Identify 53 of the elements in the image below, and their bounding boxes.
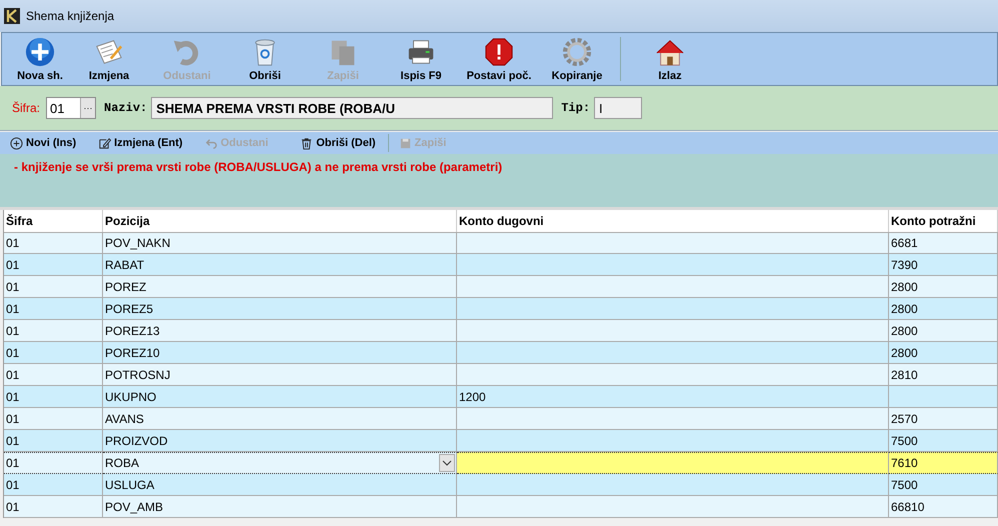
type-field[interactable]: I <box>594 97 642 119</box>
toolbar-button[interactable]: Postavi poč. <box>460 33 538 85</box>
table-row[interactable]: 01 POREZ5 2800 <box>4 298 998 320</box>
undo-icon <box>204 136 218 150</box>
field-label: Šifra: <box>12 101 40 115</box>
table-row[interactable]: 01 POV_AMB 66810 <box>4 496 998 518</box>
app-logo-icon <box>4 8 20 24</box>
toolbar-button[interactable]: Izmjena <box>70 33 148 85</box>
plus-circle-icon <box>10 136 23 150</box>
table-row[interactable]: 01 POTROSNJ 2810 <box>4 364 998 386</box>
table-row[interactable]: 01 RABAT 7390 <box>4 254 998 276</box>
name-field[interactable]: SHEMA PREMA VRSTI ROBE (ROBA/U <box>151 97 554 119</box>
toolbar-button[interactable]: Ispis F9 <box>382 33 460 85</box>
table-row[interactable]: 01 POREZ10 2800 <box>4 342 998 364</box>
table-row[interactable]: 01 UKUPNO 1200 <box>4 386 998 408</box>
trash-icon <box>300 136 314 150</box>
table-cell: 01 <box>4 452 103 474</box>
table-cell: ROBA <box>103 452 457 474</box>
stop-sign-icon <box>484 36 514 66</box>
table-row[interactable]: 01 AVANS 2570 <box>4 408 998 430</box>
toolbar-button[interactable]: Nova sh. <box>10 33 70 85</box>
column-header[interactable]: Konto dugovni <box>457 210 889 233</box>
gear-icon <box>562 36 592 66</box>
browse-button[interactable]: ··· <box>80 98 96 118</box>
column-header[interactable]: Pozicija <box>103 210 457 233</box>
table-cell: 01 <box>4 496 103 518</box>
edit-icon <box>98 136 112 150</box>
plus-icon <box>25 36 55 66</box>
toolbar-button[interactable]: Novi (Ins) <box>8 136 78 150</box>
column-header[interactable]: Konto potražni <box>889 210 998 233</box>
table-row[interactable]: 01 PROIZVOD 7500 <box>4 430 998 452</box>
table-row[interactable]: 01 ROBA 7610 <box>4 452 998 474</box>
table-cell: POV_AMB <box>103 496 457 518</box>
dropdown-button[interactable] <box>439 454 455 472</box>
table-row[interactable]: 01 POREZ 2800 <box>4 276 998 298</box>
field-label: Tip: <box>561 101 590 115</box>
code-field[interactable]: 01 ··· <box>46 97 96 119</box>
column-header[interactable]: Šifra <box>4 210 103 233</box>
toolbar-button[interactable]: Izlaz <box>631 33 709 85</box>
toolbar-button[interactable]: Kopiranje <box>538 33 616 85</box>
window-title: Shema knjiženja <box>26 9 114 23</box>
table-row[interactable]: 01 POV_NAKN 6681 <box>4 232 998 254</box>
toolbar-button[interactable]: Obriši <box>226 33 304 85</box>
table-row[interactable]: 01 POREZ13 2800 <box>4 320 998 342</box>
field-label: Naziv: <box>104 101 148 115</box>
note-text: - knjiženje se vrši prema vrsti robe (ROBA/USLUGA) a ne prema vrsti robe (parametri) <box>14 160 502 174</box>
toolbar-button[interactable]: Obriši (Del) <box>298 136 378 150</box>
toolbar-button[interactable]: Izmjena (Ent) <box>96 136 185 150</box>
floppy-icon <box>398 136 412 150</box>
table-cell: 66810 <box>889 496 998 518</box>
table-cell: 7610 <box>889 452 998 474</box>
table-row[interactable]: 01 USLUGA 7500 <box>4 474 998 496</box>
chevron-down-icon <box>442 460 452 466</box>
